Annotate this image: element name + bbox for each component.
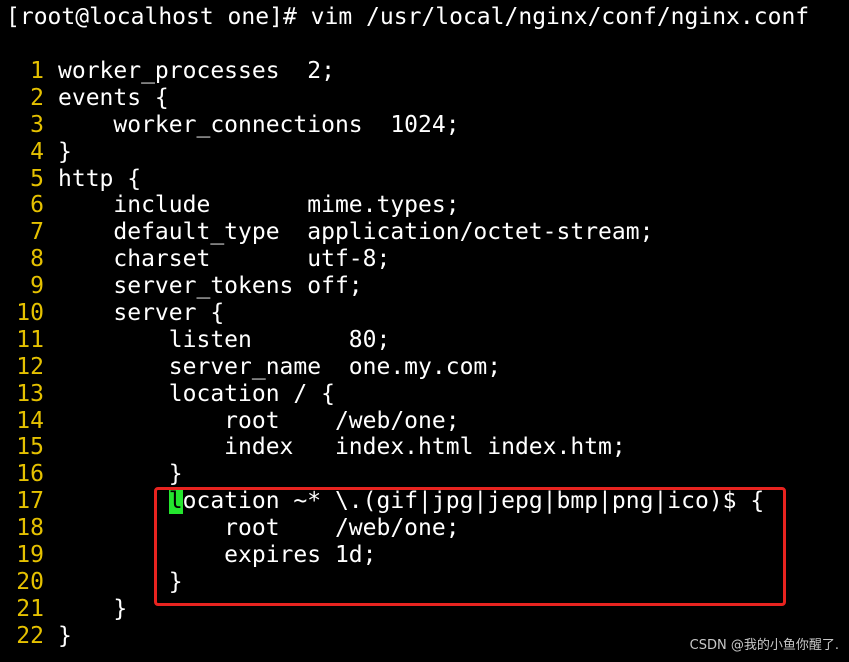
line-text: include mime.types; xyxy=(58,192,460,219)
line-number: 19 xyxy=(16,542,44,569)
code-line: 5 http { xyxy=(0,166,849,193)
line-number: 3 xyxy=(30,111,44,138)
code-line: 10 server { xyxy=(0,300,849,327)
code-line: 13 location / { xyxy=(0,381,849,408)
line-number: 10 xyxy=(16,300,44,327)
code-line: 14 root /web/one; xyxy=(0,408,849,435)
line-number: 2 xyxy=(30,84,44,111)
line-number: 13 xyxy=(16,380,44,407)
code-line: 4} xyxy=(0,139,849,166)
line-text: events { xyxy=(58,84,169,111)
code-line: 11 listen 80; xyxy=(0,327,849,354)
terminal-window[interactable]: [root@localhost one]# vim /usr/local/ngi… xyxy=(0,0,849,662)
code-line: 8 charset utf-8; xyxy=(0,246,849,273)
line-number: 12 xyxy=(16,353,44,380)
line-number: 11 xyxy=(16,326,44,353)
line-text: } xyxy=(58,622,72,649)
code-line: 15 index index.html index.htm; xyxy=(0,434,849,461)
line-number: 9 xyxy=(30,273,44,300)
line-text: default_type application/octet-stream; xyxy=(58,219,654,246)
line-number: 4 xyxy=(30,138,44,165)
line-text: listen 80; xyxy=(58,326,391,353)
line-number: 16 xyxy=(16,461,44,488)
line-number: 18 xyxy=(16,515,44,542)
line-text: server_tokens off; xyxy=(58,273,363,300)
shell-prompt-line: [root@localhost one]# vim /usr/local/ngi… xyxy=(6,4,810,30)
line-number: 22 xyxy=(16,622,44,649)
line-number: 1 xyxy=(30,58,44,84)
line-text: charset utf-8; xyxy=(58,246,391,273)
line-number: 21 xyxy=(16,595,44,622)
line-number: 8 xyxy=(30,246,44,273)
code-line: 3 worker_connections 1024; xyxy=(0,112,849,139)
line-text: worker_connections 1024; xyxy=(58,111,460,138)
line-text: http { xyxy=(58,165,142,192)
code-line: 16 } xyxy=(0,461,849,488)
line-number: 15 xyxy=(16,434,44,461)
line-text: worker_processes 2; xyxy=(58,58,335,84)
highlight-annotation-box xyxy=(154,487,786,606)
line-text: server { xyxy=(58,300,225,327)
line-text: } xyxy=(58,138,72,165)
line-text: index index.html index.htm; xyxy=(58,434,626,461)
line-text: server_name one.my.com; xyxy=(58,353,502,380)
code-line: 7 default_type application/octet-stream; xyxy=(0,219,849,246)
line-number: 17 xyxy=(16,488,44,515)
line-text: } xyxy=(58,595,128,622)
code-line: 6 include mime.types; xyxy=(0,192,849,219)
line-text: } xyxy=(58,461,183,488)
line-number: 20 xyxy=(16,568,44,595)
line-number: 7 xyxy=(30,219,44,246)
code-line: 9 server_tokens off; xyxy=(0,273,849,300)
code-line: 1 worker_processes 2; xyxy=(0,58,849,85)
code-line: 12 server_name one.my.com; xyxy=(0,354,849,381)
line-text: location / { xyxy=(58,380,335,407)
code-line: 2 events { xyxy=(0,85,849,112)
line-number: 5 xyxy=(30,165,44,192)
line-number: 14 xyxy=(16,407,44,434)
line-text: root /web/one; xyxy=(58,407,460,434)
line-number: 6 xyxy=(30,192,44,219)
watermark: CSDN @我的小鱼你醒了. xyxy=(689,638,839,653)
